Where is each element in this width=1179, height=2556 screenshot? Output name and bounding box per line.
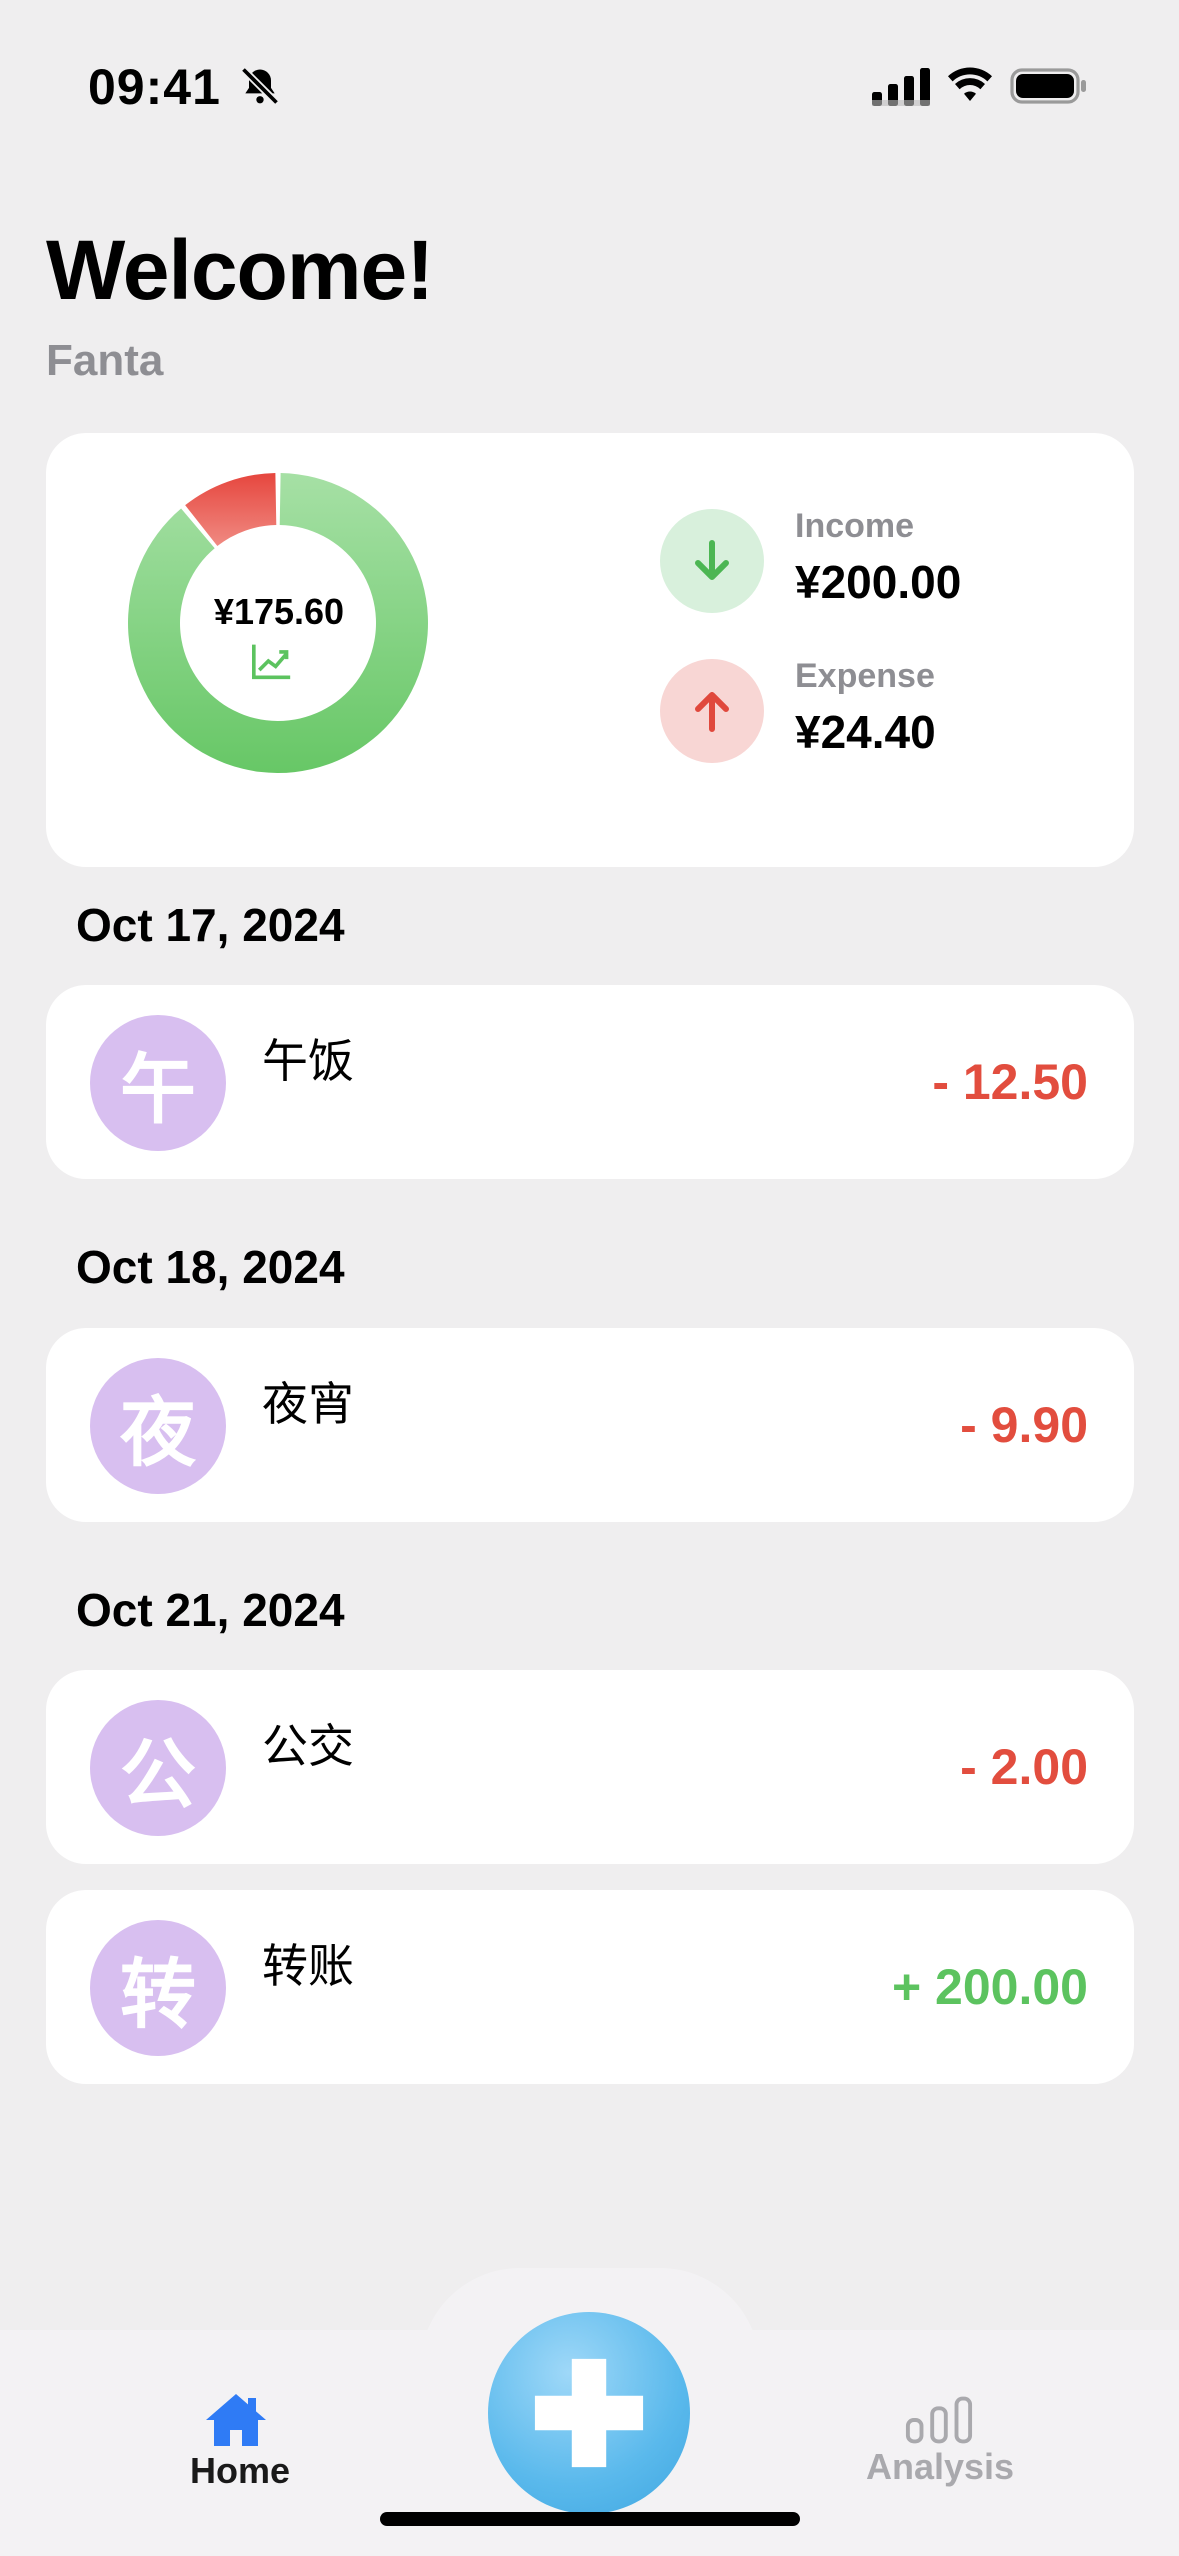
transaction-amount: - 2.00: [960, 1739, 1088, 1795]
username: Fanta: [46, 336, 164, 385]
expense-label: Expense: [795, 657, 935, 695]
income-amount: ¥200.00: [795, 556, 962, 608]
tab-analysis[interactable]: Analysis: [840, 2446, 1040, 2488]
trend-chart-icon: [252, 644, 291, 680]
arrow-down-icon: [695, 540, 729, 580]
transaction-amount: - 9.90: [960, 1397, 1088, 1453]
cellular-signal-icon: [872, 68, 930, 106]
transaction-name: 夜宵: [262, 1377, 354, 1431]
category-avatar: 转: [90, 1920, 226, 2056]
transaction-name: 午饭: [262, 1034, 354, 1088]
add-transaction-button[interactable]: [488, 2312, 690, 2514]
balance-amount: ¥175.60: [213, 591, 345, 632]
category-avatar: 公: [90, 1700, 226, 1836]
date-header: Oct 17, 2024: [76, 899, 345, 951]
transaction-row[interactable]: 夜 夜宵 - 9.90: [46, 1328, 1134, 1522]
transaction-row[interactable]: 午 午饭 - 12.50: [46, 985, 1134, 1179]
category-avatar: 午: [90, 1015, 226, 1151]
date-header: Oct 18, 2024: [76, 1241, 345, 1293]
bell-slash-icon: [240, 66, 280, 106]
transaction-row[interactable]: 转 转账 + 200.00: [46, 1890, 1134, 2084]
status-time: 09:41: [88, 59, 221, 115]
summary-card: ¥175.60 Income ¥200.00 Expense ¥24.40: [46, 433, 1134, 867]
category-avatar: 夜: [90, 1358, 226, 1494]
page-title: Welcome!: [46, 223, 434, 317]
transaction-row[interactable]: 公 公交 - 2.00: [46, 1670, 1134, 1864]
income-indicator: [660, 509, 764, 613]
plus-icon: [534, 2358, 644, 2468]
home-indicator: [380, 2512, 800, 2526]
tab-home[interactable]: Home: [150, 2450, 330, 2492]
house-icon[interactable]: [204, 2392, 268, 2448]
income-label: Income: [795, 507, 915, 545]
expense-amount: ¥24.40: [795, 706, 936, 758]
battery-icon: [1010, 68, 1086, 104]
bar-chart-icon[interactable]: [904, 2396, 974, 2444]
transaction-name: 转账: [262, 1939, 354, 1993]
wifi-icon: [948, 67, 992, 101]
date-header: Oct 21, 2024: [76, 1584, 345, 1636]
transaction-name: 公交: [262, 1719, 354, 1773]
arrow-up-icon: [695, 692, 729, 732]
transaction-amount: - 12.50: [932, 1054, 1088, 1110]
transaction-amount: + 200.00: [891, 1959, 1088, 2015]
expense-indicator: [660, 659, 764, 763]
